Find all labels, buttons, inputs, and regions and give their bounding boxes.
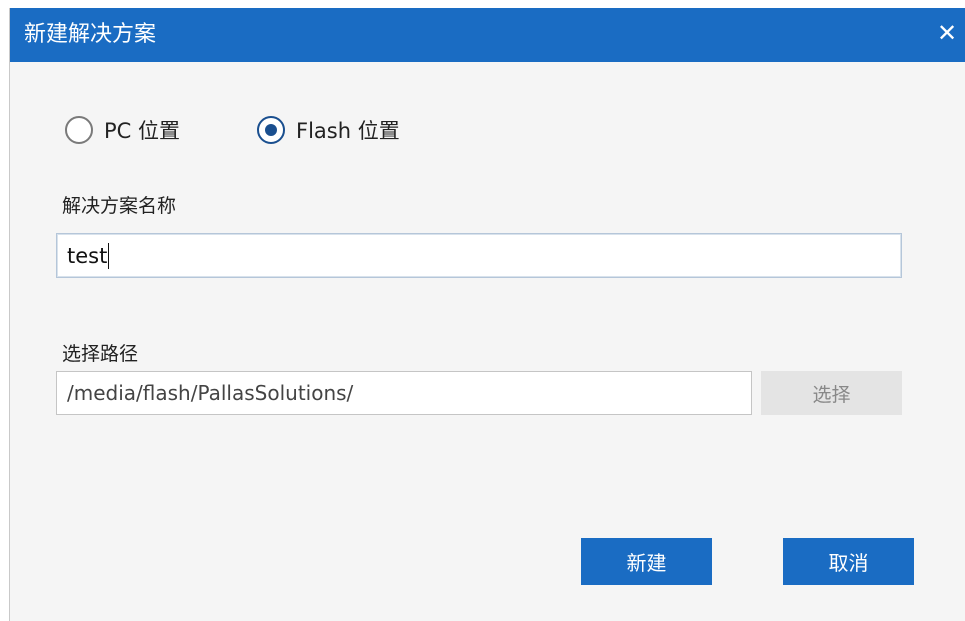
radio-flash-label: Flash 位置 xyxy=(296,119,400,143)
text-caret xyxy=(108,242,110,269)
dialog-title: 新建解决方案 xyxy=(24,22,157,47)
path-input[interactable]: /media/flash/PallasSolutions/ xyxy=(56,371,752,415)
cancel-button[interactable]: 取消 xyxy=(783,538,914,585)
new-solution-dialog: 新建解决方案 ✕ PC 位置 Flash 位置 解决方案名称 test 选择路径… xyxy=(9,8,965,621)
close-icon[interactable]: ✕ xyxy=(934,20,960,46)
solution-name-value: test xyxy=(67,243,108,268)
radio-pc-location[interactable]: PC 位置 xyxy=(65,114,180,146)
solution-name-label: 解决方案名称 xyxy=(62,195,177,217)
radio-checked-icon[interactable] xyxy=(257,116,285,144)
path-value: /media/flash/PallasSolutions/ xyxy=(67,381,354,405)
select-path-button[interactable]: 选择 xyxy=(761,371,902,415)
radio-unchecked-icon[interactable] xyxy=(65,116,93,144)
radio-pc-label: PC 位置 xyxy=(104,119,181,143)
radio-flash-location[interactable]: Flash 位置 xyxy=(257,114,400,146)
solution-name-input[interactable]: test xyxy=(56,233,902,278)
create-button[interactable]: 新建 xyxy=(581,538,712,585)
radio-dot xyxy=(265,124,277,136)
dialog-titlebar: 新建解决方案 ✕ xyxy=(10,8,965,62)
path-label: 选择路径 xyxy=(62,343,139,365)
